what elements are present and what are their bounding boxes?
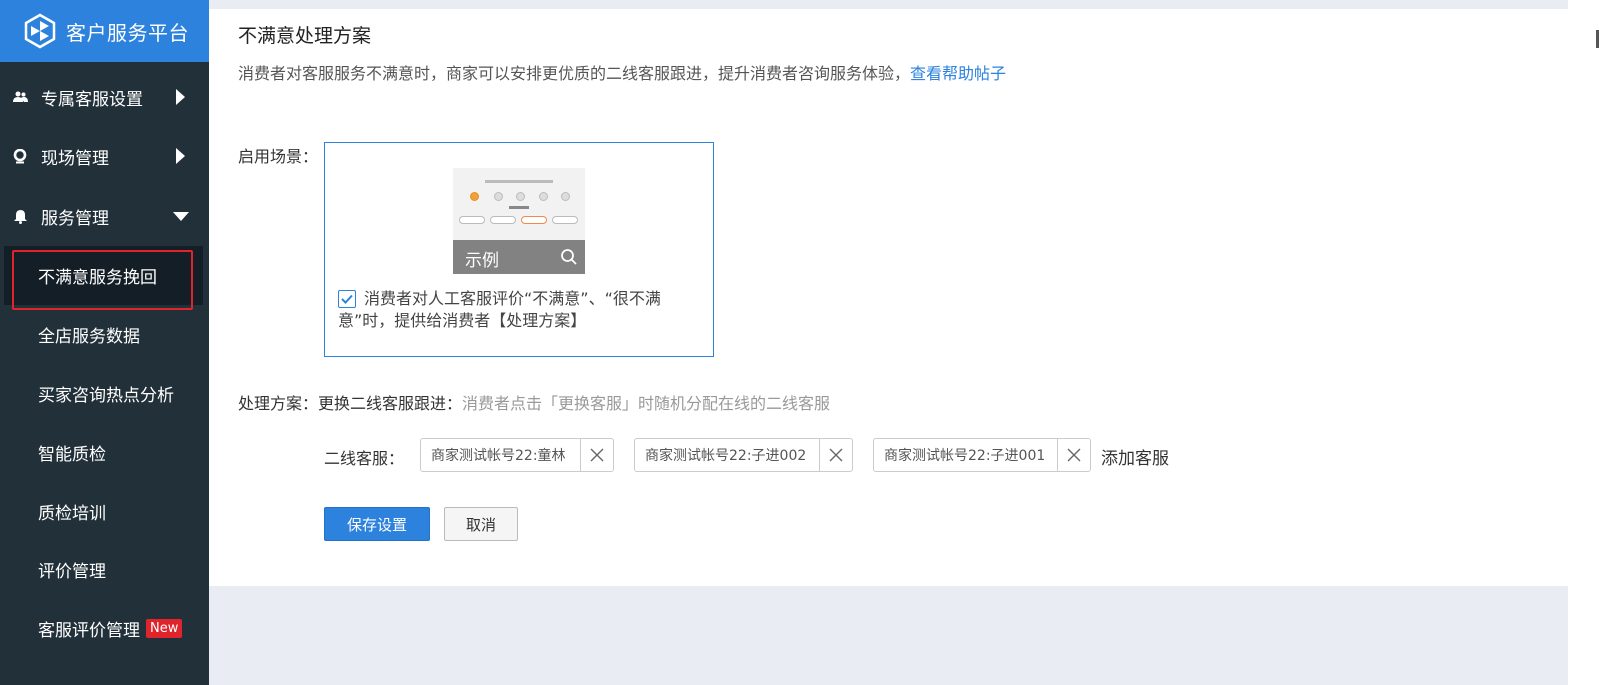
sidebar-item-hotspot-analysis[interactable]: 买家咨询热点分析 [0,364,209,423]
page-description: 消费者对客服服务不满意时，商家可以安排更优质的二线客服跟进，提升消费者咨询服务体… [238,60,1006,84]
sidebar-item-label: 智能质检 [38,445,106,465]
agent-tag: 商家测试帐号22:子进001 [873,438,1091,472]
thumb-tag-selected [521,216,547,224]
agent-tag: 商家测试帐号22:童林 [420,438,614,472]
sidebar-item-store-service-data[interactable]: 全店服务数据 [0,305,209,364]
agents-label: 二线客服： [324,449,405,468]
thumb-caption-line [509,206,529,209]
example-overlay: 示例 [453,240,585,274]
sidebar-item-agent-review-management[interactable]: 客服评价管理 New [0,599,209,658]
brand-header[interactable]: 客户服务平台 [0,0,209,62]
example-thumbnail[interactable]: 示例 [453,168,585,274]
sidebar-item-label: 全店服务数据 [38,327,140,347]
agent-tag-label: 商家测试帐号22:子进002 [645,448,807,464]
plan-value: 更换二线客服跟进： [318,394,463,413]
remove-agent-button[interactable] [1057,439,1090,471]
sidebar-item-label: 客服评价管理 [38,621,140,641]
sidebar-item-label: 质检培训 [38,504,106,524]
emoji-dissatisfied-icon [494,192,503,201]
location-pin-icon [12,148,28,164]
agent-tag: 商家测试帐号22:子进002 [634,438,853,472]
cancel-button[interactable]: 取消 [444,507,518,541]
menu-group-label: 服务管理 [41,208,109,229]
add-agent-link[interactable]: 添加客服 [1101,444,1169,469]
emoji-neutral-icon [516,192,525,201]
scene-checkbox[interactable] [338,290,356,308]
emoji-very-dissatisfied-icon [470,192,479,201]
logo-icon [24,13,56,49]
remove-agent-button[interactable] [819,439,852,471]
close-icon [829,448,843,462]
scene-card: 示例 消费者对人工客服评价“不满意”、“很不满意”时，提供给消费者【处理方案】 [324,142,714,357]
agent-tag-label: 商家测试帐号22:童林 [431,448,566,464]
scene-label: 启用场景： [238,147,319,166]
thumb-tag [459,216,485,224]
chevron-down-icon [173,212,189,221]
menu-group-exclusive-service[interactable]: 专属客服设置 [0,67,209,127]
chevron-right-icon [176,89,185,105]
highlight-outline [12,250,193,310]
close-icon [590,448,604,462]
zoom-search-icon [561,249,577,265]
menu-group-site-management[interactable]: 现场管理 [0,126,209,186]
thumb-tag [490,216,516,224]
page-title: 不满意处理方案 [238,25,372,47]
sidebar-item-review-management[interactable]: 评价管理 [0,540,209,599]
thumb-title-line [485,180,553,183]
plan-hint: 消费者点击「更换客服」时随机分配在线的二线客服 [462,394,831,413]
save-button[interactable]: 保存设置 [324,507,430,541]
sidebar-item-label: 买家咨询热点分析 [38,386,174,406]
remove-agent-button[interactable] [580,439,613,471]
new-badge: New [146,619,183,638]
scene-checkbox-label: 消费者对人工客服评价“不满意”、“很不满意”时，提供给消费者【处理方案】 [338,289,661,330]
plan-label: 处理方案： [238,394,319,413]
chevron-right-icon [176,148,185,164]
menu-group-label: 专属客服设置 [41,89,143,110]
menu-group-service-management[interactable]: 服务管理 [0,186,209,246]
help-link[interactable]: 查看帮助帖子 [910,64,1006,83]
scene-checkbox-row[interactable]: 消费者对人工客服评价“不满意”、“很不满意”时，提供给消费者【处理方案】 [338,288,683,332]
emoji-very-satisfied-icon [561,192,570,201]
brand-title: 客户服务平台 [66,20,189,45]
emoji-satisfied-icon [539,192,548,201]
close-icon [1067,448,1081,462]
users-icon [12,89,28,105]
bell-icon [12,208,28,224]
plan-row: 处理方案：更换二线客服跟进：消费者点击「更换客服」时随机分配在线的二线客服 [238,390,830,414]
sidebar-item-qc-training[interactable]: 质检培训 [0,482,209,541]
sidebar-item-label: 评价管理 [38,562,106,582]
sidebar-item-smart-qc[interactable]: 智能质检 [0,423,209,482]
example-label: 示例 [465,251,499,271]
right-scrollbar-area [1568,0,1599,685]
checkmark-icon [341,294,353,304]
thumb-tag [552,216,578,224]
description-text: 消费者对客服服务不满意时，商家可以安排更优质的二线客服跟进，提升消费者咨询服务体… [238,64,911,83]
sidebar: 客户服务平台 专属客服设置 现场管理 服务管理 不满意服务挽回 全店服务数据 买… [0,0,209,685]
agent-tag-label: 商家测试帐号22:子进001 [884,448,1046,464]
menu-group-label: 现场管理 [41,148,109,169]
